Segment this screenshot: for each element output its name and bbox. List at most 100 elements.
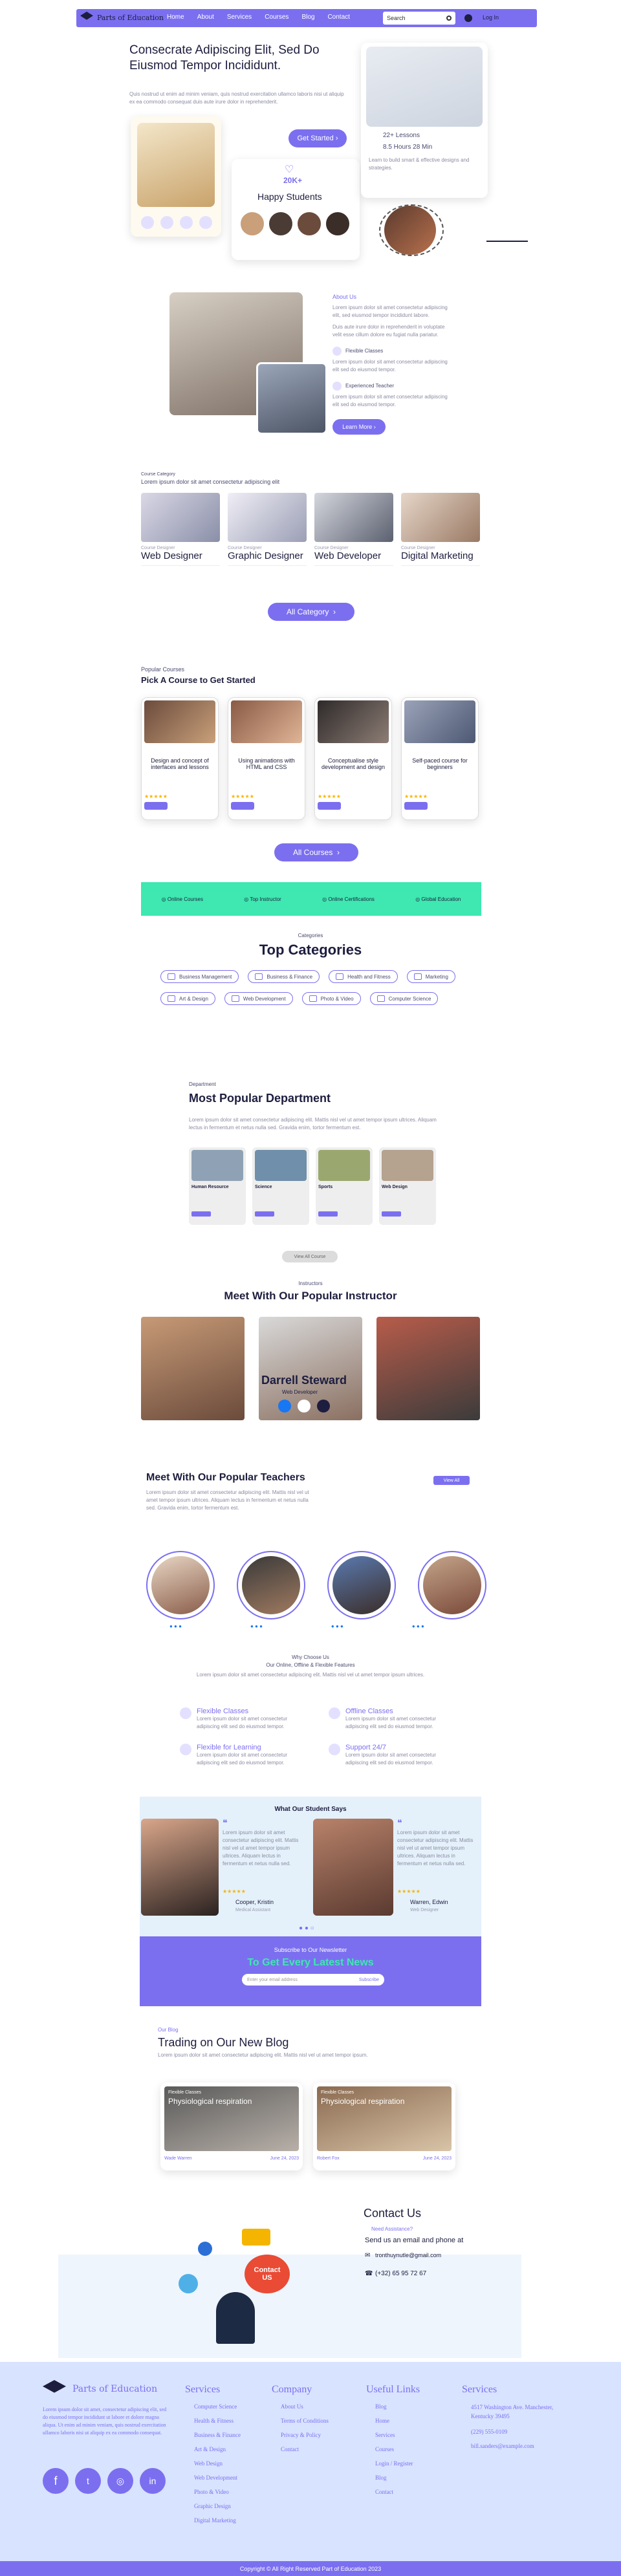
course-card[interactable]: Design and concept of interfaces and les… bbox=[141, 697, 219, 820]
contact-email[interactable]: tronthuynutle@gmail.com bbox=[375, 2252, 441, 2258]
course-title[interactable]: Using animations with HTML and CSS bbox=[231, 757, 302, 770]
nav-blog[interactable]: Blog bbox=[301, 14, 314, 21]
footer-link[interactable]: Digital Marketing bbox=[185, 2517, 241, 2524]
enroll-button[interactable] bbox=[318, 802, 341, 810]
department-card[interactable]: Sports bbox=[316, 1147, 373, 1225]
category-pill[interactable]: Web Development bbox=[224, 992, 293, 1005]
phone-icon[interactable] bbox=[199, 216, 212, 229]
view-all-course-button[interactable]: View All Course bbox=[282, 1251, 338, 1262]
footer-link[interactable]: Health & Fitness bbox=[185, 2418, 241, 2424]
teacher-card[interactable] bbox=[146, 1551, 215, 1619]
footer-link[interactable]: Home bbox=[366, 2418, 420, 2424]
category-pill[interactable]: Business Management bbox=[160, 970, 239, 983]
enroll-button[interactable] bbox=[404, 802, 428, 810]
footer-link[interactable]: Login / Register bbox=[366, 2460, 420, 2467]
facebook-icon[interactable] bbox=[278, 1400, 291, 1412]
department-card[interactable]: Human Resource bbox=[189, 1147, 246, 1225]
footer-link[interactable]: Contact bbox=[272, 2446, 329, 2452]
facebook-icon[interactable]: f bbox=[43, 2468, 69, 2494]
search-icon[interactable] bbox=[446, 16, 452, 21]
user-icon[interactable] bbox=[464, 14, 472, 22]
course-card[interactable]: Using animations with HTML and CSS ★★★★★ bbox=[228, 697, 305, 820]
linkedin-icon[interactable] bbox=[317, 1400, 330, 1412]
course-card[interactable]: Self-paced course for beginners ★★★★★ bbox=[401, 697, 479, 820]
footer-link[interactable]: Photo & Video bbox=[185, 2489, 241, 2495]
social-icons[interactable]: ● ● ● bbox=[250, 1623, 263, 1629]
department-more[interactable] bbox=[318, 1211, 338, 1217]
course-card[interactable]: Conceptualise style development and desi… bbox=[314, 697, 392, 820]
footer-link[interactable]: About Us bbox=[272, 2403, 329, 2410]
category-pill[interactable]: Art & Design bbox=[160, 992, 215, 1005]
nav-home[interactable]: Home bbox=[167, 14, 184, 21]
search-input[interactable]: Search bbox=[387, 15, 406, 21]
twitter-icon[interactable] bbox=[298, 1400, 310, 1412]
teacher-card[interactable] bbox=[418, 1551, 486, 1619]
footer-link[interactable]: Business & Finance bbox=[185, 2432, 241, 2438]
linkedin-icon[interactable]: in bbox=[140, 2468, 166, 2494]
newsletter-email-input[interactable]: Enter your email address bbox=[247, 1978, 298, 1982]
category-pill[interactable]: Business & Finance bbox=[248, 970, 320, 983]
course-title[interactable]: Self-paced course for beginners bbox=[404, 757, 475, 770]
footer-link[interactable]: Terms of Conditions bbox=[272, 2418, 329, 2424]
video-icon[interactable] bbox=[141, 216, 154, 229]
all-category-button[interactable]: All Category › bbox=[268, 603, 354, 621]
course-title[interactable]: Design and concept of interfaces and les… bbox=[144, 757, 215, 770]
nav-about[interactable]: About bbox=[197, 14, 214, 21]
category-card[interactable]: Course Designer Digital Marketing bbox=[401, 493, 480, 577]
blog-card[interactable]: Wade Warren June 24, 2023 bbox=[160, 2083, 303, 2170]
contact-phone[interactable]: (+32) 65 95 72 67 bbox=[375, 2270, 426, 2277]
footer-link[interactable]: Services bbox=[366, 2432, 420, 2438]
social-icons[interactable]: ● ● ● bbox=[331, 1623, 343, 1629]
teacher-card[interactable] bbox=[237, 1551, 305, 1619]
blog-card[interactable]: Robert Fox June 24, 2023 bbox=[313, 2083, 455, 2170]
department-more[interactable] bbox=[382, 1211, 401, 1217]
footer-link[interactable]: Web Development bbox=[185, 2474, 241, 2481]
category-pill[interactable]: Computer Science bbox=[369, 992, 439, 1005]
blog-title[interactable]: Physiological respiration bbox=[321, 2097, 404, 2106]
department-card[interactable]: Science bbox=[252, 1147, 309, 1225]
enroll-button[interactable] bbox=[144, 802, 168, 810]
login-link[interactable]: Log In bbox=[483, 14, 499, 21]
enroll-button[interactable] bbox=[231, 802, 254, 810]
footer-phone[interactable]: (229) 555-0109 bbox=[462, 2429, 559, 2435]
course-title[interactable]: Conceptualise style development and desi… bbox=[318, 757, 389, 770]
social-icons[interactable]: ● ● ● bbox=[412, 1623, 424, 1629]
footer-link[interactable]: Privacy & Policy bbox=[272, 2432, 329, 2438]
footer-link[interactable]: Contact bbox=[366, 2489, 420, 2495]
mic-icon[interactable] bbox=[160, 216, 173, 229]
twitter-icon[interactable]: t bbox=[75, 2468, 101, 2494]
category-card[interactable]: Course Designer Web Developer bbox=[314, 493, 393, 577]
instagram-icon[interactable]: ◎ bbox=[107, 2468, 133, 2494]
subscribe-button[interactable]: Subscribe bbox=[359, 1978, 379, 1982]
footer-brand[interactable]: Parts of Education bbox=[72, 2384, 157, 2394]
footer-link[interactable]: Blog bbox=[366, 2474, 420, 2481]
footer-link[interactable]: Blog bbox=[366, 2403, 420, 2410]
teacher-card[interactable] bbox=[327, 1551, 396, 1619]
footer-link[interactable]: Art & Design bbox=[185, 2446, 241, 2452]
category-pill[interactable]: Health and Fitness bbox=[329, 970, 398, 983]
social-icons[interactable]: ● ● ● bbox=[169, 1623, 182, 1629]
nav-courses[interactable]: Courses bbox=[265, 14, 289, 21]
brand-name[interactable]: Parts of Education bbox=[97, 14, 164, 22]
get-started-button[interactable]: Get Started › bbox=[289, 129, 347, 147]
carousel-dots[interactable]: ● ● ○ bbox=[299, 1925, 314, 1932]
footer-link[interactable]: Web Design bbox=[185, 2460, 241, 2467]
nav-services[interactable]: Services bbox=[227, 14, 252, 21]
search-box[interactable]: Search bbox=[383, 12, 455, 25]
view-all-teachers-button[interactable]: View All bbox=[433, 1476, 470, 1485]
chat-icon[interactable] bbox=[180, 216, 193, 229]
department-more[interactable] bbox=[255, 1211, 274, 1217]
category-card[interactable]: Course Designer Web Designer bbox=[141, 493, 220, 577]
nav-contact[interactable]: Contact bbox=[327, 14, 349, 21]
category-pill[interactable]: Marketing bbox=[406, 970, 455, 983]
footer-email[interactable]: bill.sanders@example.com bbox=[462, 2443, 559, 2449]
footer-link[interactable]: Graphic Design bbox=[185, 2503, 241, 2509]
footer-link[interactable]: Courses bbox=[366, 2446, 420, 2452]
department-card[interactable]: Web Design bbox=[379, 1147, 436, 1225]
category-card[interactable]: Course Designer Graphic Designer bbox=[228, 493, 307, 577]
department-more[interactable] bbox=[191, 1211, 211, 1217]
footer-link[interactable]: Computer Science bbox=[185, 2403, 241, 2410]
category-pill[interactable]: Photo & Video bbox=[301, 992, 361, 1005]
blog-title[interactable]: Physiological respiration bbox=[168, 2097, 252, 2106]
all-courses-button[interactable]: All Courses › bbox=[274, 843, 358, 861]
